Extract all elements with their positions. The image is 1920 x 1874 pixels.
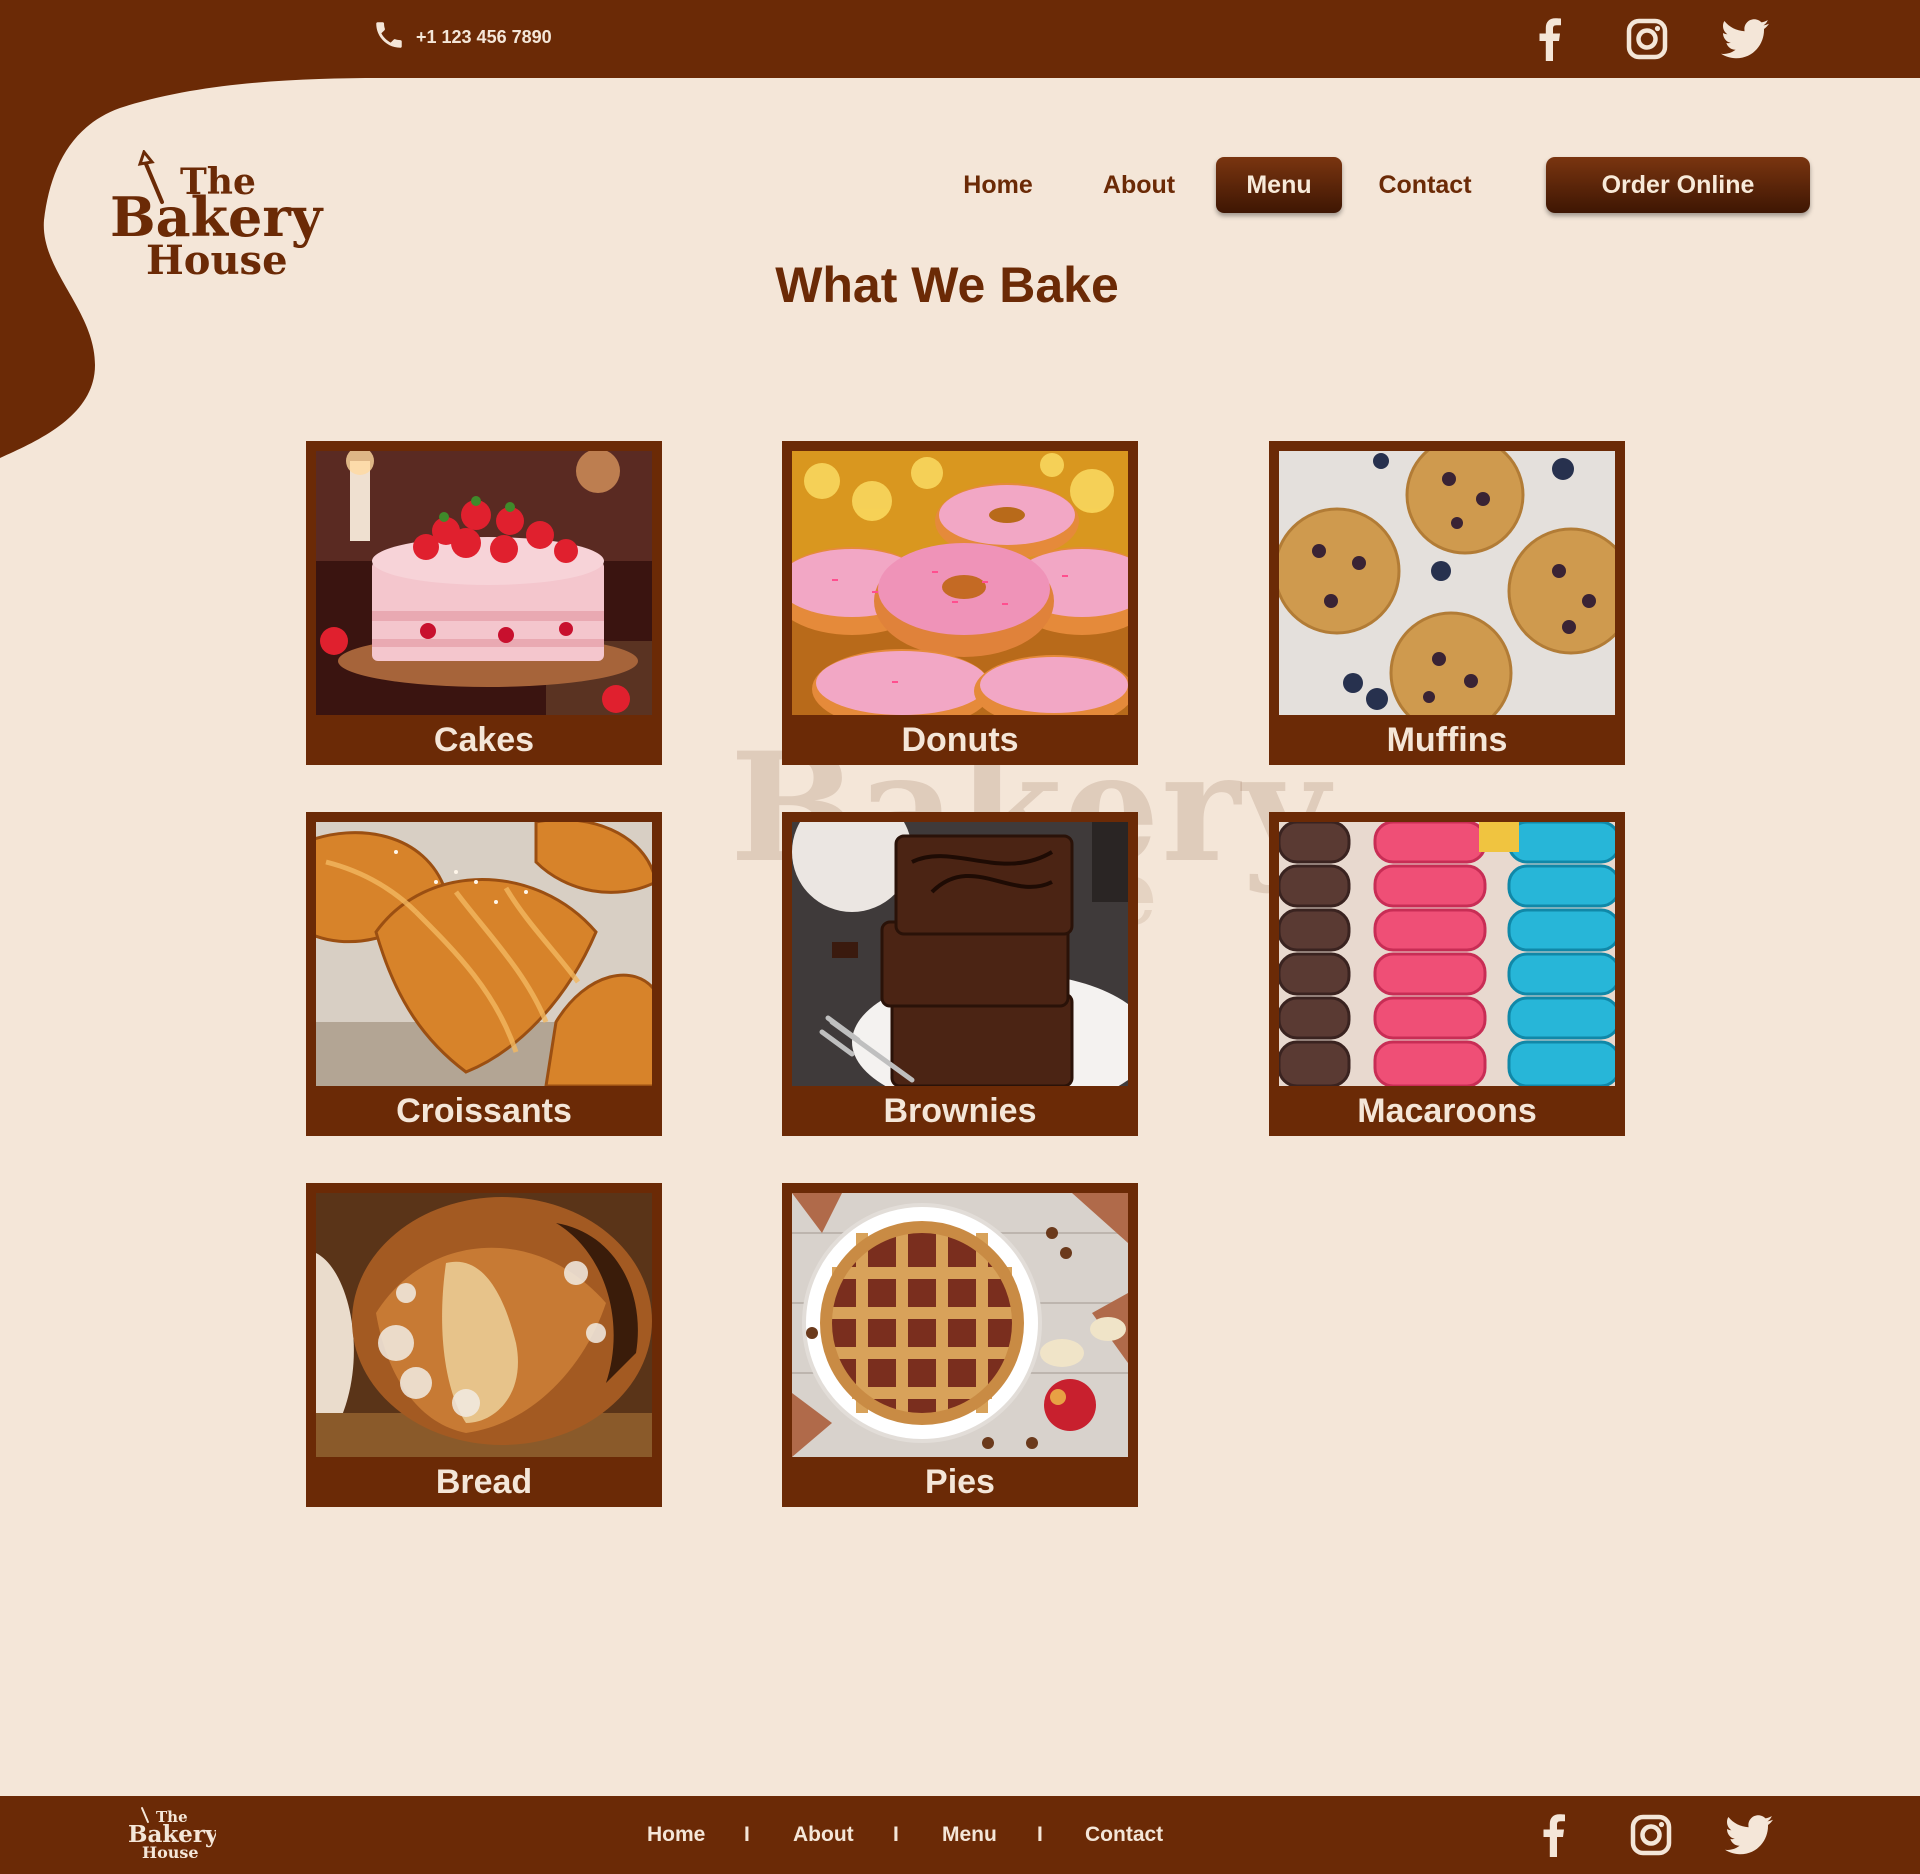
product-card-macaroons[interactable]: Macaroons xyxy=(1269,812,1625,1136)
phone-icon xyxy=(372,18,416,57)
footer-link-menu[interactable]: Menu xyxy=(942,1796,997,1874)
phone-number: +1 123 456 7890 xyxy=(416,27,552,47)
product-card-cakes[interactable]: Cakes xyxy=(306,441,662,765)
facebook-icon[interactable] xyxy=(1524,14,1574,64)
footer-separator: I xyxy=(893,1823,899,1846)
product-label: Muffins xyxy=(1386,721,1508,759)
twitter-icon[interactable] xyxy=(1720,14,1770,64)
product-card-croissants[interactable]: Croissants xyxy=(306,812,662,1136)
footer: The Bakery House Home I About I Menu I C… xyxy=(0,1796,1920,1874)
product-card-bread[interactable]: Bread xyxy=(306,1183,662,1507)
footer-separator: I xyxy=(1037,1823,1043,1846)
facebook-icon[interactable] xyxy=(1528,1810,1578,1860)
instagram-icon[interactable] xyxy=(1622,14,1672,64)
product-card-brownies[interactable]: Brownies xyxy=(782,812,1138,1136)
product-label: Croissants xyxy=(396,1092,572,1130)
pies-image xyxy=(792,1193,1128,1457)
product-label: Brownies xyxy=(883,1092,1037,1130)
nav-contact[interactable]: Contact xyxy=(1372,157,1478,213)
product-label: Pies xyxy=(925,1463,995,1501)
product-label: Donuts xyxy=(901,721,1019,759)
product-card-donuts[interactable]: Donuts xyxy=(782,441,1138,765)
croissants-image xyxy=(316,822,652,1086)
order-online-button[interactable]: Order Online xyxy=(1546,157,1810,213)
footer-link-contact[interactable]: Contact xyxy=(1085,1796,1163,1874)
top-social-links xyxy=(1476,14,1770,64)
nav-home[interactable]: Home xyxy=(950,157,1046,213)
footer-link-home[interactable]: Home xyxy=(647,1796,705,1874)
instagram-icon[interactable] xyxy=(1626,1810,1676,1860)
muffins-image xyxy=(1279,451,1615,715)
product-label: Bread xyxy=(435,1463,533,1501)
product-label: Cakes xyxy=(433,721,535,759)
product-label: Macaroons xyxy=(1357,1092,1537,1130)
donuts-image xyxy=(792,451,1128,715)
product-card-pies[interactable]: Pies xyxy=(782,1183,1138,1507)
product-card-muffins[interactable]: Muffins xyxy=(1269,441,1625,765)
brownies-image xyxy=(792,822,1128,1086)
macaroons-image xyxy=(1279,822,1615,1086)
nav-about[interactable]: About xyxy=(1096,157,1182,213)
phone-contact[interactable]: +1 123 456 7890 xyxy=(372,18,552,57)
twitter-icon[interactable] xyxy=(1724,1810,1774,1860)
bread-image xyxy=(316,1193,652,1457)
footer-separator: I xyxy=(744,1823,750,1846)
cakes-image xyxy=(316,451,652,715)
nav-menu[interactable]: Menu xyxy=(1216,157,1342,213)
page-title: What We Bake xyxy=(775,257,1119,313)
footer-social-links xyxy=(1480,1810,1774,1860)
footer-link-about[interactable]: About xyxy=(793,1796,854,1874)
